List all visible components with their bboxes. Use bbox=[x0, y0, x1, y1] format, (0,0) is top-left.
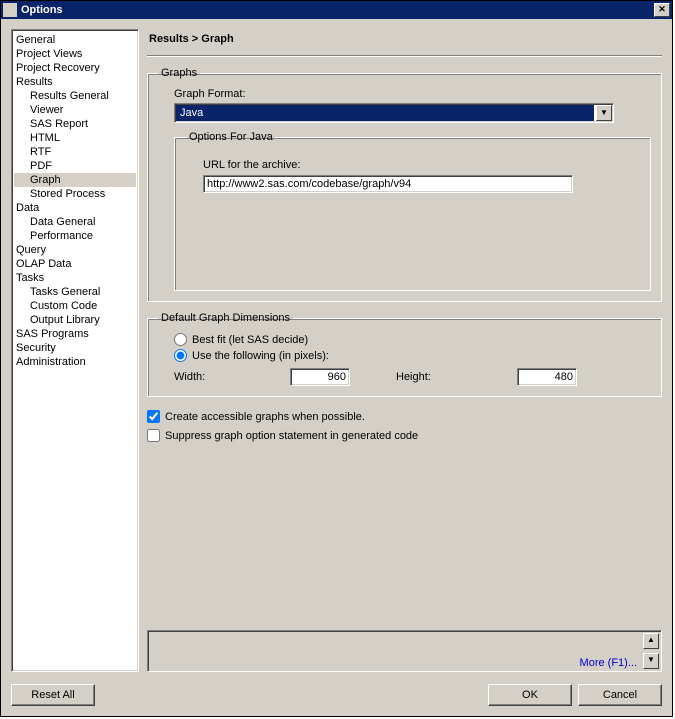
default-dimensions-group: Default Graph Dimensions Best fit (let S… bbox=[147, 312, 662, 397]
use-following-radio[interactable] bbox=[174, 349, 187, 362]
graph-format-label: Graph Format: bbox=[174, 88, 651, 100]
suppress-label: Suppress graph option statement in gener… bbox=[165, 430, 418, 442]
use-following-label: Use the following (in pixels): bbox=[192, 350, 329, 362]
use-following-radio-row[interactable]: Use the following (in pixels): bbox=[174, 349, 651, 362]
tree-item-sas-programs[interactable]: SAS Programs bbox=[14, 327, 136, 341]
width-input[interactable] bbox=[290, 368, 350, 386]
tree-item-administration[interactable]: Administration bbox=[14, 355, 136, 369]
best-fit-radio-row[interactable]: Best fit (let SAS decide) bbox=[174, 333, 651, 346]
scroll-up-icon[interactable]: ▲ bbox=[643, 633, 659, 649]
dimensions-row: Width: Height: bbox=[174, 368, 651, 386]
window-title: Options bbox=[21, 4, 654, 16]
suppress-checkbox[interactable] bbox=[147, 429, 160, 442]
button-row: Reset All OK Cancel bbox=[1, 678, 672, 716]
content-area: GeneralProject ViewsProject RecoveryResu… bbox=[1, 19, 672, 678]
graphs-group: Graphs Graph Format: Java ▼ Options For … bbox=[147, 67, 662, 302]
tree-item-general[interactable]: General bbox=[14, 33, 136, 47]
tree-item-stored-process[interactable]: Stored Process bbox=[14, 187, 136, 201]
divider bbox=[147, 55, 662, 57]
more-link[interactable]: More (F1)... bbox=[580, 657, 637, 669]
tree-item-data-general[interactable]: Data General bbox=[14, 215, 136, 229]
tree-item-custom-code[interactable]: Custom Code bbox=[14, 299, 136, 313]
graph-format-value: Java bbox=[176, 105, 594, 121]
chevron-down-icon[interactable]: ▼ bbox=[596, 105, 612, 121]
accessible-checkbox[interactable] bbox=[147, 410, 160, 423]
tree-item-viewer[interactable]: Viewer bbox=[14, 103, 136, 117]
accessible-label: Create accessible graphs when possible. bbox=[165, 411, 365, 423]
url-input[interactable] bbox=[203, 175, 573, 193]
tree-item-output-library[interactable]: Output Library bbox=[14, 313, 136, 327]
dimensions-legend: Default Graph Dimensions bbox=[158, 312, 293, 324]
tree-item-pdf[interactable]: PDF bbox=[14, 159, 136, 173]
graph-format-dropdown[interactable]: Java ▼ bbox=[174, 103, 614, 123]
best-fit-radio[interactable] bbox=[174, 333, 187, 346]
main-panel: Results > Graph Graphs Graph Format: Jav… bbox=[147, 29, 662, 672]
tree-item-rtf[interactable]: RTF bbox=[14, 145, 136, 159]
tree-item-project-recovery[interactable]: Project Recovery bbox=[14, 61, 136, 75]
tree-item-security[interactable]: Security bbox=[14, 341, 136, 355]
tree-item-results[interactable]: Results bbox=[14, 75, 136, 89]
accessible-check-row[interactable]: Create accessible graphs when possible. bbox=[147, 410, 662, 423]
options-for-java-group: Options For Java URL for the archive: bbox=[174, 131, 651, 291]
suppress-check-row[interactable]: Suppress graph option statement in gener… bbox=[147, 429, 662, 442]
height-input[interactable] bbox=[517, 368, 577, 386]
tree-item-tasks-general[interactable]: Tasks General bbox=[14, 285, 136, 299]
width-label: Width: bbox=[174, 371, 214, 383]
tree-item-html[interactable]: HTML bbox=[14, 131, 136, 145]
ok-button[interactable]: OK bbox=[488, 684, 572, 706]
close-icon[interactable]: ✕ bbox=[654, 3, 670, 17]
tree-item-performance[interactable]: Performance bbox=[14, 229, 136, 243]
scroll-down-icon[interactable]: ▼ bbox=[643, 653, 659, 669]
tree-item-sas-report[interactable]: SAS Report bbox=[14, 117, 136, 131]
height-label: Height: bbox=[396, 371, 441, 383]
cancel-button[interactable]: Cancel bbox=[578, 684, 662, 706]
graphs-legend: Graphs bbox=[158, 67, 200, 79]
app-icon bbox=[3, 3, 17, 17]
tree-item-tasks[interactable]: Tasks bbox=[14, 271, 136, 285]
url-label: URL for the archive: bbox=[203, 159, 638, 171]
tree-item-graph[interactable]: Graph bbox=[14, 173, 136, 187]
options-for-java-legend: Options For Java bbox=[187, 131, 275, 143]
best-fit-label: Best fit (let SAS decide) bbox=[192, 334, 308, 346]
info-pane: ▲ ▼ More (F1)... bbox=[147, 630, 662, 672]
tree-item-data[interactable]: Data bbox=[14, 201, 136, 215]
tree-item-project-views[interactable]: Project Views bbox=[14, 47, 136, 61]
tree-item-query[interactable]: Query bbox=[14, 243, 136, 257]
breadcrumb: Results > Graph bbox=[147, 29, 662, 55]
titlebar: Options ✕ bbox=[1, 1, 672, 19]
tree-item-olap-data[interactable]: OLAP Data bbox=[14, 257, 136, 271]
nav-tree[interactable]: GeneralProject ViewsProject RecoveryResu… bbox=[11, 29, 139, 672]
options-window: Options ✕ GeneralProject ViewsProject Re… bbox=[0, 0, 673, 717]
tree-item-results-general[interactable]: Results General bbox=[14, 89, 136, 103]
reset-all-button[interactable]: Reset All bbox=[11, 684, 95, 706]
